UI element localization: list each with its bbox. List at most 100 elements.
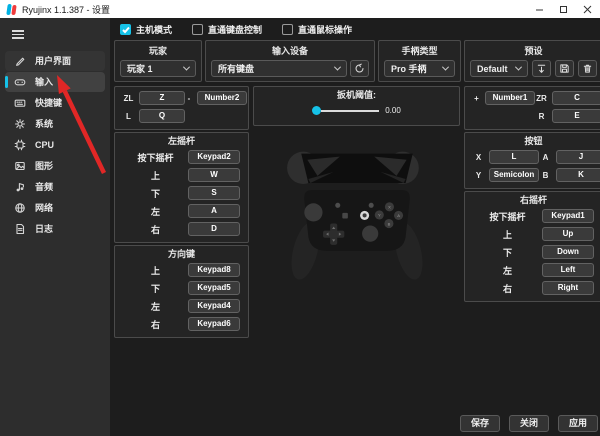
left-stick-down-binding[interactable]: S bbox=[188, 186, 240, 200]
sidebar-item-user-interface[interactable]: 用户界面 bbox=[5, 51, 105, 71]
svg-text:A: A bbox=[397, 213, 400, 218]
keyboard-passthrough-checkbox[interactable]: 直通键盘控制 bbox=[192, 23, 262, 36]
mapping-area: ZL Z - Number2 L Q bbox=[110, 82, 600, 436]
player-select-value: 玩家 1 bbox=[127, 62, 153, 75]
zr-binding-button[interactable]: C bbox=[552, 91, 600, 105]
chevron-down-icon bbox=[334, 64, 341, 71]
chevron-down-icon bbox=[183, 64, 190, 71]
right-stick-right-binding[interactable]: Right bbox=[542, 281, 594, 295]
close-button-footer[interactable]: 关闭 bbox=[509, 415, 549, 432]
player-group-title: 玩家 bbox=[120, 44, 196, 57]
minimize-button[interactable] bbox=[534, 4, 544, 14]
load-profile-button[interactable] bbox=[532, 60, 551, 77]
a-binding-button[interactable]: J bbox=[556, 150, 600, 164]
dpad-left-binding[interactable]: Keypad4 bbox=[188, 299, 240, 313]
right-stick-left-binding[interactable]: Left bbox=[542, 263, 594, 277]
zl-binding-button[interactable]: Z bbox=[139, 91, 185, 105]
down-label: 下 bbox=[473, 246, 542, 259]
plus-label: + bbox=[472, 94, 481, 103]
sidebar-item-label: 输入 bbox=[35, 75, 53, 88]
player-select[interactable]: 玩家 1 bbox=[120, 60, 196, 77]
trigger-threshold-box: 扳机阈值: 0.00 bbox=[253, 86, 460, 126]
left-stick-up-binding[interactable]: W bbox=[188, 168, 240, 182]
left-label: 左 bbox=[123, 205, 188, 218]
docked-mode-checkbox[interactable]: 主机模式 bbox=[120, 23, 172, 36]
sidebar-item-label: 日志 bbox=[35, 222, 53, 235]
left-stick-right-binding[interactable]: D bbox=[188, 222, 240, 236]
dpad-title: 方向键 bbox=[119, 248, 244, 261]
menu-toggle-button[interactable] bbox=[4, 23, 106, 50]
sidebar-item-label: 音频 bbox=[35, 180, 53, 193]
left-label: 左 bbox=[473, 264, 542, 277]
y-binding-button[interactable]: Semicolon bbox=[489, 168, 539, 182]
left-stick-press-binding[interactable]: Keypad2 bbox=[188, 150, 240, 164]
right-label: 右 bbox=[123, 318, 188, 331]
down-label: 下 bbox=[123, 187, 188, 200]
sidebar-item-label: 用户界面 bbox=[35, 54, 71, 67]
left-label: 左 bbox=[123, 300, 188, 313]
right-stick-up-binding[interactable]: Up bbox=[542, 227, 594, 241]
keyboard-icon bbox=[14, 97, 26, 109]
right-stick-title: 右摇杆 bbox=[469, 194, 598, 207]
minus-label: - bbox=[185, 94, 193, 103]
input-device-select[interactable]: 所有键盘 bbox=[211, 60, 347, 77]
sidebar-item-hotkeys[interactable]: 快捷键 bbox=[5, 93, 105, 113]
minus-binding-button[interactable]: Number2 bbox=[197, 91, 247, 105]
save-button[interactable]: 保存 bbox=[460, 415, 500, 432]
chevron-down-icon bbox=[515, 64, 522, 71]
dpad-up-binding[interactable]: Keypad8 bbox=[188, 263, 240, 277]
left-stick-box: 左摇杆 按下摇杆Keypad2 上W 下S 左A 右D bbox=[114, 132, 249, 243]
controller-type-select[interactable]: Pro 手柄 bbox=[384, 60, 455, 77]
footer-actions: 保存 关闭 应用 bbox=[460, 415, 598, 432]
load-profile-icon bbox=[536, 63, 547, 74]
document-icon bbox=[14, 223, 26, 235]
right-stick-press-binding[interactable]: Keypad1 bbox=[542, 209, 594, 223]
sidebar-item-input[interactable]: 输入 bbox=[5, 72, 105, 92]
sidebar-item-network[interactable]: 网络 bbox=[5, 198, 105, 218]
delete-profile-button[interactable] bbox=[578, 60, 597, 77]
save-profile-button[interactable] bbox=[555, 60, 574, 77]
refresh-devices-button[interactable] bbox=[350, 60, 369, 77]
maximize-button[interactable] bbox=[558, 4, 568, 14]
down-label: 下 bbox=[123, 282, 188, 295]
close-button[interactable] bbox=[582, 4, 592, 14]
slider-track[interactable] bbox=[321, 110, 379, 112]
dpad-down-binding[interactable]: Keypad5 bbox=[188, 281, 240, 295]
face-buttons-box: 按钮 X L A J bbox=[464, 132, 600, 189]
trigger-threshold-value: 0.00 bbox=[385, 106, 401, 115]
stick-button-label: 按下摇杆 bbox=[123, 151, 188, 164]
profile-groupbox: 预设 Default bbox=[464, 40, 600, 82]
y-label: Y bbox=[472, 171, 485, 180]
ryujinx-logo-icon bbox=[6, 4, 17, 15]
controller-type-group-title: 手柄类型 bbox=[384, 44, 455, 57]
slider-thumb[interactable] bbox=[312, 106, 321, 115]
profile-select[interactable]: Default bbox=[470, 60, 528, 77]
selector-row: 玩家 玩家 1 输入设备 所有键盘 bbox=[110, 39, 600, 82]
left-stick-title: 左摇杆 bbox=[119, 135, 244, 148]
right-stick-down-binding[interactable]: Down bbox=[542, 245, 594, 259]
profile-select-value: Default bbox=[477, 64, 508, 74]
x-binding-button[interactable]: L bbox=[489, 150, 539, 164]
apply-button[interactable]: 应用 bbox=[558, 415, 598, 432]
zl-label: ZL bbox=[122, 94, 135, 103]
r-binding-button[interactable]: E bbox=[552, 109, 600, 123]
floppy-save-icon bbox=[559, 63, 570, 74]
left-stick-left-binding[interactable]: A bbox=[188, 204, 240, 218]
left-shoulder-box: ZL Z - Number2 L Q bbox=[114, 86, 249, 130]
window-title: Ryujinx 1.1.387 - 设置 bbox=[22, 3, 529, 16]
sidebar-item-audio[interactable]: 音频 bbox=[5, 177, 105, 197]
sidebar-item-logging[interactable]: 日志 bbox=[5, 219, 105, 239]
sidebar: 用户界面 输入 快捷键 系统 CPU 图形 bbox=[0, 18, 110, 436]
b-binding-button[interactable]: K bbox=[556, 168, 600, 182]
sidebar-item-system[interactable]: 系统 bbox=[5, 114, 105, 134]
plus-binding-button[interactable]: Number1 bbox=[485, 91, 535, 105]
svg-text:X: X bbox=[388, 205, 391, 210]
face-buttons-title: 按钮 bbox=[469, 135, 598, 148]
mouse-passthrough-checkbox[interactable]: 直通鼠标操作 bbox=[282, 23, 352, 36]
svg-text:Y: Y bbox=[377, 213, 380, 218]
sidebar-item-graphics[interactable]: 图形 bbox=[5, 156, 105, 176]
sidebar-item-cpu[interactable]: CPU bbox=[5, 135, 105, 155]
l-binding-button[interactable]: Q bbox=[139, 109, 185, 123]
controller-type-groupbox: 手柄类型 Pro 手柄 bbox=[378, 40, 461, 82]
dpad-right-binding[interactable]: Keypad6 bbox=[188, 317, 240, 331]
